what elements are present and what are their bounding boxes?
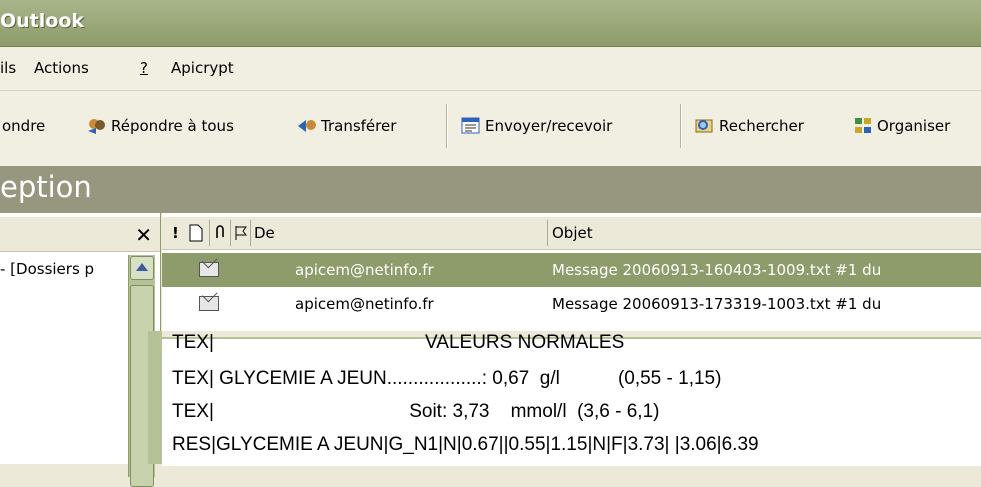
toolbar-separator <box>446 104 448 148</box>
envelope-icon <box>199 296 219 311</box>
reply-button[interactable]: ondre <box>2 113 45 139</box>
send-receive-button[interactable]: Envoyer/recevoir <box>460 113 612 139</box>
menu-actions[interactable]: Actions <box>34 59 89 77</box>
column-divider <box>230 220 231 246</box>
menu-apicrypt[interactable]: Apicrypt <box>171 59 234 77</box>
close-icon[interactable]: ✕ <box>135 223 152 247</box>
message-row[interactable]: apicem@netinfo.fr Message 20060913-16040… <box>162 253 981 287</box>
search-button[interactable]: Rechercher <box>694 113 804 139</box>
reply-all-icon <box>88 119 105 134</box>
pane-splitter[interactable] <box>148 331 162 464</box>
column-header: ! De Objet <box>162 217 981 250</box>
title-bar: Outlook <box>0 0 981 47</box>
folder-pane: ✕ - [Dossiers p <box>0 213 161 487</box>
scroll-up-icon[interactable] <box>130 256 154 280</box>
document-icon[interactable] <box>189 224 203 242</box>
preview-line: TEX| Soit: 3,73 mmol/l (3,6 - 6,1) <box>172 401 660 422</box>
attachment-icon[interactable] <box>214 224 226 242</box>
message-subject: Message 20060913-160403-1009.txt #1 du <box>552 261 882 279</box>
organize-icon <box>855 118 871 133</box>
preview-line: TEX| GLYCEMIE A JEUN..................: … <box>172 368 722 389</box>
envelope-icon <box>199 262 219 277</box>
message-row[interactable]: apicem@netinfo.fr Message 20060913-17331… <box>162 287 981 321</box>
message-from: apicem@netinfo.fr <box>295 295 434 313</box>
window-title: Outlook <box>0 10 85 32</box>
column-subject[interactable]: Objet <box>552 224 593 242</box>
menu-help[interactable]: ? <box>140 59 148 77</box>
column-from[interactable]: De <box>254 224 275 242</box>
forward-icon <box>298 120 316 132</box>
message-list: ! De Objet apicem@netinfo.fr Message 200… <box>162 213 981 331</box>
preview-line: TEX| VALEURS NORMALES <box>172 332 625 353</box>
reading-pane: TEX| VALEURS NORMALES TEX| GLYCEMIE A JE… <box>162 332 981 466</box>
column-divider <box>250 220 251 246</box>
importance-icon[interactable]: ! <box>172 224 179 242</box>
folder-pane-header: ✕ <box>0 217 160 252</box>
organize-button[interactable]: Organiser <box>852 113 950 139</box>
folder-banner-title: eption <box>0 170 92 204</box>
toolbar: ondre Répondre à tous Transférer Envoyer… <box>0 91 981 166</box>
send-receive-icon <box>461 117 480 134</box>
column-divider <box>547 220 548 246</box>
message-from: apicem@netinfo.fr <box>295 261 434 279</box>
reply-all-button[interactable]: Répondre à tous <box>86 113 234 139</box>
search-icon <box>695 119 713 133</box>
folder-tree-item[interactable]: - [Dossiers p <box>0 260 94 278</box>
toolbar-separator <box>680 104 682 148</box>
menu-tools[interactable]: ils <box>0 59 16 77</box>
preview-line: RES|GLYCEMIE A JEUN|G_N1|N|0.67||0.55|1.… <box>172 434 759 455</box>
folder-banner: eption <box>0 166 981 213</box>
menu-bar: ils Actions ? Apicrypt <box>0 47 981 91</box>
column-divider <box>209 220 210 246</box>
message-subject: Message 20060913-173319-1003.txt #1 du <box>552 295 882 313</box>
forward-button[interactable]: Transférer <box>296 113 396 139</box>
flag-icon[interactable] <box>234 225 248 241</box>
